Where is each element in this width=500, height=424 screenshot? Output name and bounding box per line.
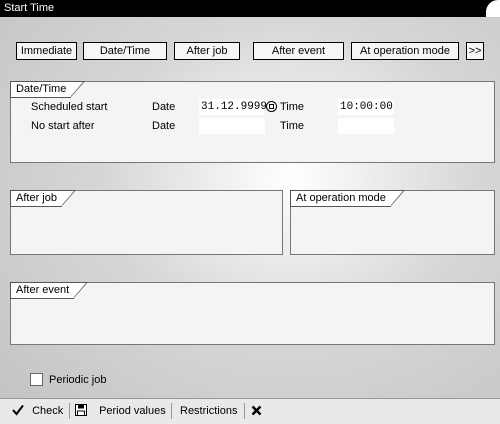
save-icon [75,404,87,416]
close-icon [251,405,262,416]
window-title: Start Time [4,2,55,14]
title-bar-corner [486,0,500,17]
no-start-time-label: Time [280,120,305,132]
no-start-time-field[interactable] [338,118,394,134]
after-event-group: After event [10,282,495,345]
period-values-label: Period values [99,405,166,417]
toolbar-separator [171,403,172,419]
toolbar-separator [244,403,245,419]
toolbar-separator [69,403,70,419]
periodic-job-label: Periodic job [49,374,107,386]
scheduled-date-field[interactable]: 31.12.9999 [199,99,267,115]
title-bar: Start Time [0,0,500,17]
no-start-date-label: Date [152,120,176,132]
scheduled-time-field[interactable]: 10:00:00 [338,99,394,115]
date-time-button[interactable]: Date/Time [83,42,167,60]
scheduled-date-label: Date [152,101,176,113]
scheduled-start-label: Scheduled start [31,101,108,113]
more-buttons-button[interactable]: >> [466,42,484,60]
scheduled-time-label: Time [280,101,305,113]
check-button[interactable]: Check [12,402,63,420]
immediate-button[interactable]: Immediate [16,42,77,60]
cancel-button[interactable] [251,402,262,420]
periodic-job-checkbox[interactable] [30,373,43,386]
operation-mode-group-title: At operation mode [290,190,405,207]
at-operation-mode-button[interactable]: At operation mode [351,42,459,60]
calendar-icon[interactable] [266,101,277,112]
operation-mode-group: At operation mode [290,190,495,255]
checkmark-icon [12,404,24,416]
bottom-toolbar: Check Period values Restrictions [0,398,500,424]
period-values-button[interactable]: Period values [75,402,166,420]
after-event-group-title: After event [10,282,89,299]
after-job-group: After job [10,190,283,255]
after-job-button[interactable]: After job [174,42,240,60]
start-time-dialog: Start Time Immediate Date/Time After job… [0,0,500,424]
after-job-group-title: After job [10,190,76,207]
date-time-group: Date/Time Scheduled start Date 31.12.999… [10,81,495,163]
no-start-after-label: No start after [31,120,95,132]
date-time-group-title: Date/Time [10,81,86,98]
restrictions-button[interactable]: Restrictions [180,402,237,420]
check-button-label: Check [32,405,64,417]
after-event-button[interactable]: After event [253,42,344,60]
no-start-date-field[interactable] [199,118,265,134]
